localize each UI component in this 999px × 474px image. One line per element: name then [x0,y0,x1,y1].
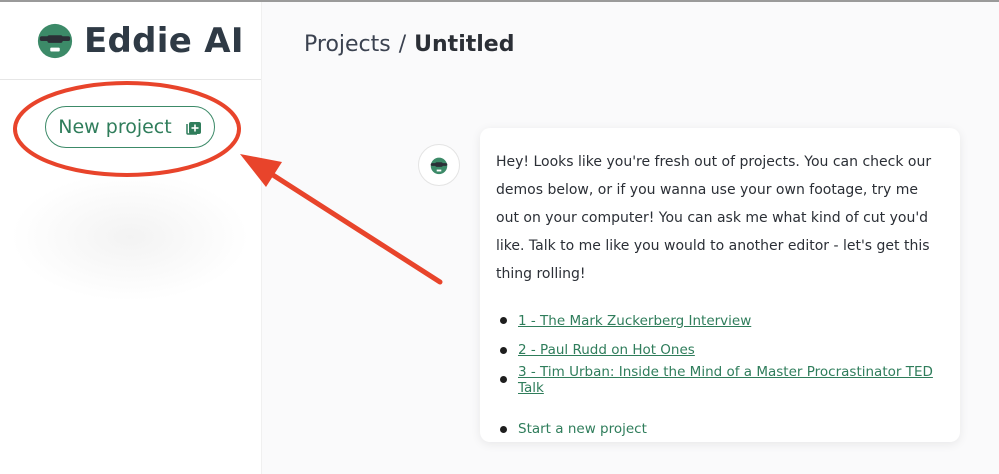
brand-name: Eddie AI [84,20,244,61]
new-project-label: New project [58,116,172,138]
start-new-project-link[interactable]: Start a new project [518,421,647,437]
chat-message-card: Hey! Looks like you're fresh out of proj… [480,128,960,442]
breadcrumb-separator: / [398,32,407,57]
breadcrumb-current: Untitled [414,32,515,57]
eddie-logo-icon [37,23,73,58]
breadcrumb: Projects / Untitled [304,32,514,57]
list-item: 2 - Paul Rudd on Hot Ones [496,336,942,366]
sidebar: Eddie AI New project [0,2,262,474]
demo-list: 1 - The Mark Zuckerberg Interview 2 - Pa… [496,306,942,396]
demo-link-3[interactable]: 3 - Tim Urban: Inside the Mind of a Mast… [518,364,942,396]
app-window: Eddie AI New project Projects / Untitled [0,0,999,474]
plus-square-icon [185,122,201,135]
bot-avatar [418,144,460,186]
start-new-list: Start a new project [496,421,942,437]
demo-link-1[interactable]: 1 - The Mark Zuckerberg Interview [518,313,751,329]
demo-link-2[interactable]: 2 - Paul Rudd on Hot Ones [518,342,695,358]
list-item: 1 - The Mark Zuckerberg Interview [496,306,942,336]
breadcrumb-projects[interactable]: Projects [304,32,391,57]
list-item: 3 - Tim Urban: Inside the Mind of a Mast… [496,364,942,396]
list-item: Start a new project [496,421,942,437]
new-project-button[interactable]: New project [45,106,215,148]
sidebar-decoration [10,172,250,302]
main-content: Projects / Untitled Hey! Looks like you're… [262,2,999,474]
brand-header[interactable]: Eddie AI [0,2,261,80]
chat-message-text: Hey! Looks like you're fresh out of proj… [496,154,932,282]
eddie-bot-icon [430,157,448,175]
